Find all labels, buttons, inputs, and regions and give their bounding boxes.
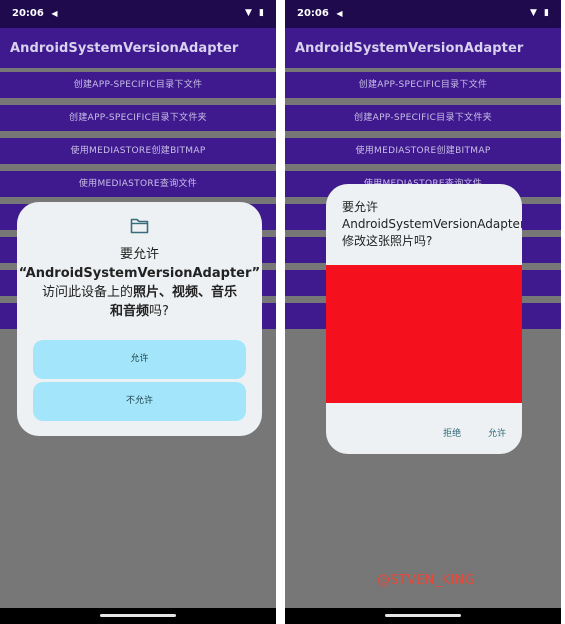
home-gesture-handle[interactable] [385, 614, 461, 617]
phone-screen-left: 20:06 ◀ ▼ ▮ AndroidSystemVersionAdapter … [0, 0, 276, 624]
battery-icon: ▮ [544, 8, 549, 18]
status-time: 20:06 [297, 8, 329, 19]
dialog-actions: 拒绝 允许 [419, 426, 506, 439]
navigation-bar [285, 608, 561, 624]
permission-line1: 要允许 [119, 247, 159, 262]
permission-question: 要允许 “AndroidSystemVersionAdapter” 访问此设备上… [17, 245, 262, 321]
permission-app-name: “AndroidSystemVersionAdapter” [18, 266, 261, 281]
permission-line4-text: 吗? [149, 304, 169, 319]
app-title: AndroidSystemVersionAdapter [10, 41, 239, 56]
app-title: AndroidSystemVersionAdapter [295, 41, 524, 56]
reject-button[interactable]: 拒绝 [443, 429, 461, 439]
permission-line3-text: 访问此设备上的 [41, 285, 133, 300]
app-bar: AndroidSystemVersionAdapter [285, 28, 561, 68]
create-file-button[interactable]: 创建APP-SPECIFIC目录下文件 [285, 72, 561, 98]
photo-preview [326, 265, 522, 403]
mediastore-bitmap-button[interactable]: 使用MEDIASTORE创建BITMAP [0, 138, 276, 164]
permission-audio: 和音频 [110, 304, 150, 319]
mediastore-query-button[interactable]: 使用MEDIASTORE查询文件 [0, 171, 276, 197]
send-icon: ◀ [51, 9, 58, 18]
allow-button[interactable]: 允许 [488, 429, 506, 439]
wifi-icon: ▼ [244, 8, 252, 18]
deny-button[interactable]: 不允许 [33, 382, 246, 421]
modify-photo-dialog: 要允许AndroidSystemVersionAdapter修改这张照片吗? 拒… [326, 184, 522, 454]
create-folder-button[interactable]: 创建APP-SPECIFIC目录下文件夹 [285, 105, 561, 131]
navigation-bar [0, 608, 276, 624]
permission-media-types: 照片、视频、音乐 [133, 285, 238, 300]
create-file-button[interactable]: 创建APP-SPECIFIC目录下文件 [0, 72, 276, 98]
home-gesture-handle[interactable] [100, 614, 176, 617]
send-icon: ◀ [336, 9, 343, 18]
status-bar: 20:06 ◀ ▼ ▮ [285, 0, 561, 28]
app-bar: AndroidSystemVersionAdapter [0, 28, 276, 68]
battery-icon: ▮ [259, 8, 264, 18]
permission-dialog: 要允许 “AndroidSystemVersionAdapter” 访问此设备上… [17, 202, 262, 436]
status-bar: 20:06 ◀ ▼ ▮ [0, 0, 276, 28]
folder-icon [130, 218, 149, 234]
modify-question: 要允许AndroidSystemVersionAdapter修改这张照片吗? [342, 200, 522, 248]
create-folder-button[interactable]: 创建APP-SPECIFIC目录下文件夹 [0, 105, 276, 131]
status-time: 20:06 [12, 8, 44, 19]
wifi-icon: ▼ [529, 8, 537, 18]
watermark: @STVEN_KING [377, 573, 475, 588]
allow-button[interactable]: 允许 [33, 340, 246, 379]
phone-screen-right: 20:06 ◀ ▼ ▮ AndroidSystemVersionAdapter … [285, 0, 561, 624]
mediastore-bitmap-button[interactable]: 使用MEDIASTORE创建BITMAP [285, 138, 561, 164]
